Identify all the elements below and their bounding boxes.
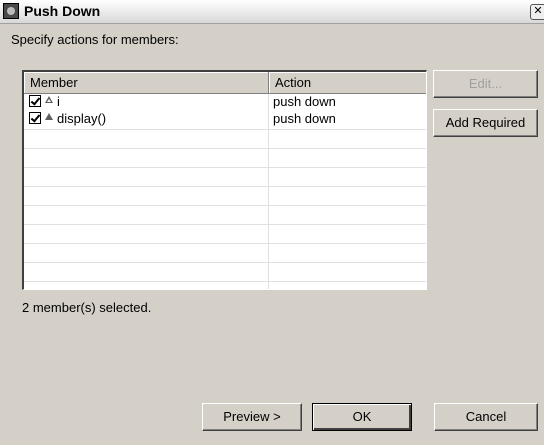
action-cell[interactable]: push down [273,111,336,126]
window-title: Push Down [24,3,101,19]
row-checkbox[interactable] [29,95,41,107]
row-checkbox[interactable] [29,112,41,124]
empty-row [24,149,426,168]
empty-row [24,225,426,244]
member-cell: i [26,94,267,111]
add-required-button[interactable]: Add Required [433,109,538,137]
members-table[interactable]: Member Action i push down display() push… [22,70,427,290]
cancel-button[interactable]: Cancel [434,403,538,431]
column-header-member[interactable]: Member [24,72,269,93]
edit-button[interactable]: Edit... [433,70,538,98]
member-name: display() [57,111,107,126]
status-label: 2 member(s) selected. [22,300,152,315]
table-rows: i push down display() push down [24,94,426,282]
column-header-action[interactable]: Action [269,72,426,93]
empty-row [24,244,426,263]
empty-row [24,263,426,282]
empty-row [24,187,426,206]
ok-button[interactable]: OK [312,403,412,431]
table-row[interactable]: display() push down [24,111,426,130]
empty-row [24,130,426,149]
close-icon[interactable]: ✕ [530,4,544,20]
empty-row [24,206,426,225]
push-down-dialog: Push Down ✕ Specify actions for members:… [0,0,544,445]
member-cell: display() [26,111,267,129]
table-row[interactable]: i push down [24,94,426,111]
field-icon [45,96,53,103]
action-cell[interactable]: push down [273,94,336,109]
empty-row [24,168,426,187]
member-name: i [57,94,60,109]
eclipse-icon [3,3,19,19]
method-icon [45,113,53,120]
table-header: Member Action [24,72,426,94]
instruction-label: Specify actions for members: [11,32,179,47]
preview-button[interactable]: Preview > [202,403,302,431]
title-bar[interactable]: Push Down ✕ [0,0,544,24]
